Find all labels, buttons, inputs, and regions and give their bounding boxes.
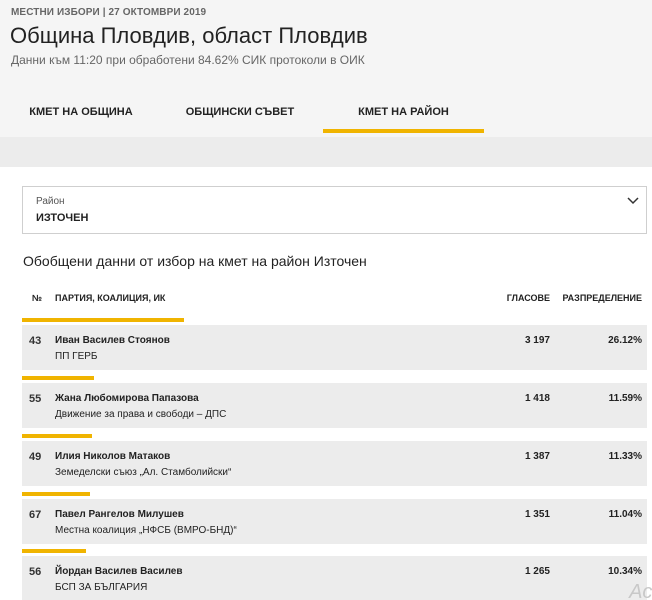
section-title: Обобщени данни от избор на кмет на район…	[23, 253, 367, 269]
candidate-number: 43	[29, 335, 42, 347]
candidate-party: Движение за права и свободи – ДПС	[55, 409, 227, 420]
tab-district-mayor[interactable]: КМЕТ НА РАЙОН	[323, 95, 484, 133]
table-row[interactable]: 43 Иван Василев Стоянов ПП ГЕРБ 3 197 26…	[22, 318, 647, 370]
candidate-number: 56	[29, 566, 42, 578]
table-row[interactable]: 67 Павел Рангелов Милушев Местна коалици…	[22, 492, 647, 544]
candidate-votes: 3 197	[524, 335, 550, 346]
candidate-distribution: 10.34%	[608, 566, 642, 577]
chevron-down-icon[interactable]	[627, 196, 639, 206]
candidate-votes: 1 387	[524, 451, 550, 462]
candidate-number: 67	[29, 509, 42, 521]
tab-municipal-mayor[interactable]: КМЕТ НА ОБЩИНА	[22, 95, 140, 133]
column-header-num: №	[32, 293, 43, 303]
district-select[interactable]: Район ИЗТОЧЕН	[22, 186, 647, 234]
table-header: № ПАРТИЯ, КОАЛИЦИЯ, ИК ГЛАСОВЕ РАЗПРЕДЕЛ…	[22, 293, 647, 313]
candidate-name: Илия Николов Матаков	[55, 451, 171, 462]
candidate-party: БСП ЗА БЪЛГАРИЯ	[55, 582, 148, 593]
tab-municipal-council[interactable]: ОБЩИНСКИ СЪВЕТ	[180, 95, 300, 133]
page-title: Община Пловдив, област Пловдив	[10, 23, 368, 48]
candidate-distribution: 26.12%	[608, 335, 642, 346]
table-row[interactable]: 55 Жана Любомирова Папазова Движение за …	[22, 376, 647, 428]
column-header-votes: ГЛАСОВЕ	[506, 293, 550, 303]
share-bar	[22, 376, 94, 380]
candidate-distribution: 11.04%	[608, 509, 642, 520]
election-meta: МЕСТНИ ИЗБОРИ | 27 ОКТОМВРИ 2019	[11, 7, 207, 18]
candidate-party: ПП ГЕРБ	[55, 351, 98, 362]
candidate-number: 55	[29, 393, 42, 405]
data-status: Данни към 11:20 при обработени 84.62% СИ…	[11, 53, 365, 67]
candidate-votes: 1 418	[524, 393, 550, 404]
table-row[interactable]: 49 Илия Николов Матаков Земеделски съюз …	[22, 434, 647, 486]
main-content: Район ИЗТОЧЕН Обобщени данни от избор на…	[0, 167, 652, 600]
share-bar	[22, 318, 184, 322]
table-row[interactable]: 56 Йордан Василев Василев БСП ЗА БЪЛГАРИ…	[22, 549, 647, 600]
candidate-number: 49	[29, 451, 42, 463]
column-header-party: ПАРТИЯ, КОАЛИЦИЯ, ИК	[55, 293, 166, 303]
activation-watermark: Act	[629, 581, 652, 600]
candidate-name: Иван Василев Стоянов	[55, 335, 170, 346]
district-select-label: Район	[36, 196, 65, 207]
share-bar	[22, 434, 93, 438]
candidate-distribution: 11.33%	[608, 451, 642, 462]
candidate-name: Павел Рангелов Милушев	[55, 509, 184, 520]
candidate-name: Йордан Василев Василев	[55, 566, 183, 577]
district-select-value: ИЗТОЧЕН	[36, 212, 89, 224]
tab-bar: КМЕТ НА ОБЩИНА ОБЩИНСКИ СЪВЕТ КМЕТ НА РА…	[0, 95, 652, 137]
candidate-party: Земеделски съюз „Ал. Стамболийски“	[55, 467, 232, 478]
candidate-votes: 1 351	[524, 509, 550, 520]
share-bar	[22, 549, 87, 553]
page-header: МЕСТНИ ИЗБОРИ | 27 ОКТОМВРИ 2019 Община …	[0, 0, 652, 137]
column-header-distribution: РАЗПРЕДЕЛЕНИЕ	[562, 293, 642, 303]
candidate-name: Жана Любомирова Папазова	[55, 393, 199, 404]
candidate-party: Местна коалиция „НФСБ (ВМРО-БНД)“	[55, 525, 237, 536]
candidate-distribution: 11.59%	[608, 393, 642, 404]
candidate-votes: 1 265	[524, 566, 550, 577]
share-bar	[22, 492, 91, 496]
